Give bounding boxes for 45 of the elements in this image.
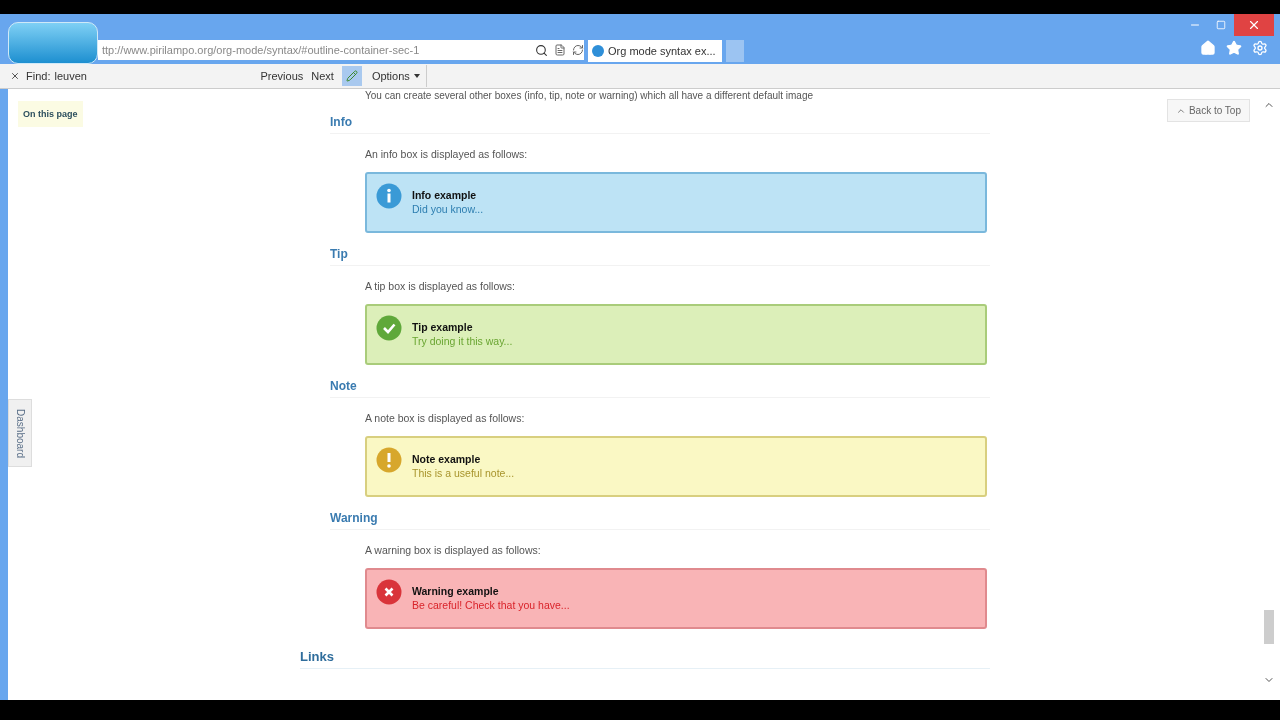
dashboard-tab[interactable]: Dashboard (8, 399, 32, 467)
section-heading: Links (300, 649, 990, 669)
section-description: An info box is displayed as follows: (365, 148, 529, 160)
section-heading: Note (330, 379, 990, 398)
browser-tab[interactable]: Org mode syntax ex... (588, 40, 722, 62)
search-icon[interactable] (535, 43, 548, 57)
tip-icon (376, 315, 402, 341)
note-icon (376, 447, 402, 473)
star-icon[interactable] (1226, 40, 1242, 56)
section-description: A warning box is displayed as follows: (365, 544, 542, 556)
highlight-button[interactable] (341, 66, 362, 86)
globe-icon (592, 45, 604, 57)
close-icon (1247, 18, 1261, 32)
find-field[interactable]: leuven (54, 70, 255, 82)
home-icon[interactable] (1200, 40, 1216, 56)
section-description: A tip box is displayed as follows: (365, 280, 516, 292)
box-message: Did you know... (412, 203, 484, 215)
find-nav-button[interactable]: Previous (256, 70, 308, 82)
box-title: Warning example (412, 585, 500, 597)
close-button[interactable] (1234, 14, 1274, 36)
refresh-icon[interactable] (572, 44, 584, 56)
box-message: Be careful! Check that you have... (412, 599, 570, 611)
close-icon[interactable] (10, 71, 20, 81)
page-icon[interactable] (554, 44, 566, 56)
box-title: Info example (412, 189, 478, 201)
maximize-icon (1216, 20, 1226, 30)
box-title: Note example (412, 453, 482, 465)
back-to-top-button[interactable]: Back to Top (1166, 99, 1250, 122)
settings-icon[interactable] (1252, 40, 1268, 56)
box-title: Tip example (412, 321, 474, 333)
options-button[interactable]: Options (365, 65, 427, 87)
warning-icon (376, 579, 402, 605)
find-nav-button[interactable]: Next (307, 70, 338, 82)
section-heading: Warning (330, 511, 990, 530)
section-heading: Info (330, 115, 990, 134)
intro-text: You can create several other boxes (info, tip, note or warning) which all have a different default image (365, 90, 815, 101)
box-message: This is a useful note... (412, 467, 515, 479)
toc-label[interactable]: On this page (18, 101, 83, 127)
scrollbar-thumb[interactable] (1264, 610, 1274, 644)
address-bar[interactable]: ttp://www.pirilampo.org/org-mode/syntax/#outline-container-sec-1 (98, 40, 584, 60)
section-heading: Tip (330, 247, 990, 266)
find-label: Find: (26, 70, 51, 82)
section-description: A note box is displayed as follows: (365, 412, 526, 424)
box-message: Try doing it this way... (412, 335, 513, 347)
info-icon (376, 183, 402, 209)
